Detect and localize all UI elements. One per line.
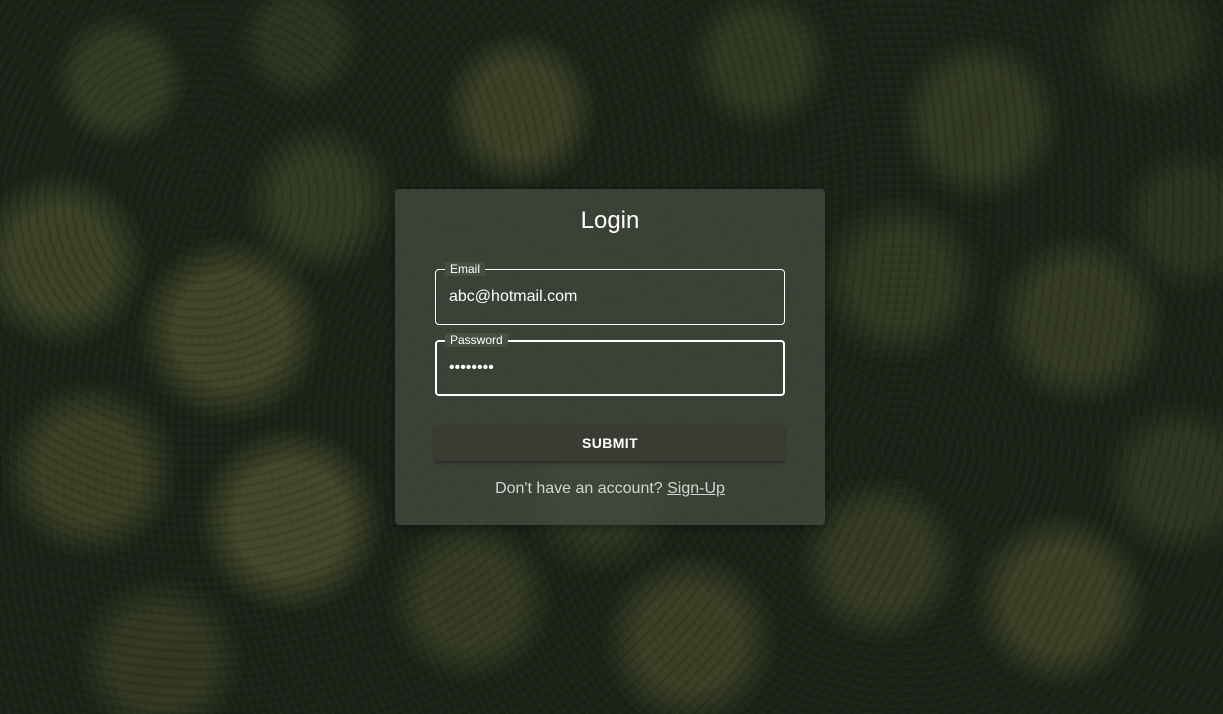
- password-field[interactable]: Password: [435, 333, 785, 396]
- signup-link[interactable]: Sign-Up: [667, 480, 725, 497]
- email-input[interactable]: [449, 270, 769, 324]
- email-field[interactable]: Email: [435, 262, 785, 325]
- login-card: Login Email Password SUBMIT Don't have a…: [395, 189, 825, 525]
- login-title: Login: [580, 207, 640, 234]
- password-input[interactable]: [449, 341, 769, 395]
- signup-prompt: Don't have an account?: [495, 480, 668, 497]
- submit-button[interactable]: SUBMIT: [435, 425, 785, 461]
- signup-row: Don't have an account? Sign-Up: [395, 479, 825, 499]
